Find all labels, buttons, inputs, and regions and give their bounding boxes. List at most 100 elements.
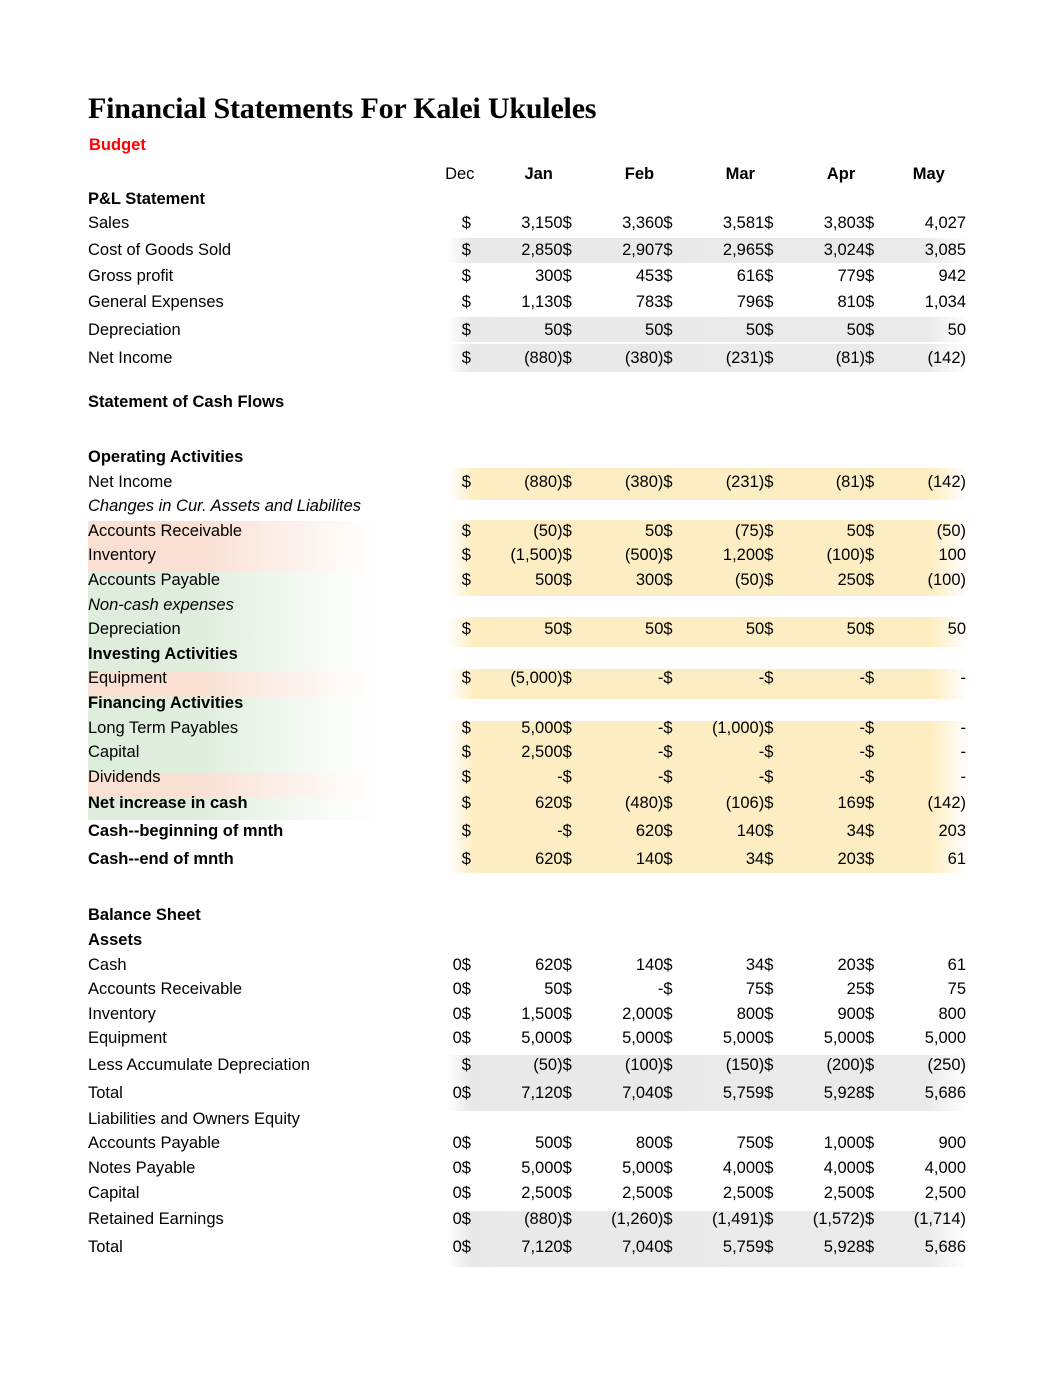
row-label-dividends: Dividends xyxy=(88,767,161,786)
value-cash-end-jan: 620 xyxy=(535,850,563,869)
value-cash-end-may: 61 xyxy=(947,850,966,869)
currency-bsinv-feb: $ xyxy=(562,1004,572,1023)
value-cf-capital-may: - xyxy=(960,743,967,762)
currency-cfinv-jan: $ xyxy=(461,546,471,565)
value-bs-inventory-apr: 900 xyxy=(837,1004,866,1023)
value-cf-ar-feb: 50 xyxy=(645,521,664,540)
currency-cfcap-mar: $ xyxy=(663,743,673,762)
currency-bseq-mar: $ xyxy=(663,1029,673,1048)
row-label-gross-profit: Gross profit xyxy=(88,266,174,285)
value-bs-ap-feb: 800 xyxy=(635,1134,664,1153)
currency-cogs-mar: $ xyxy=(663,240,673,259)
table-row: General Expenses $ 1,130 $ 783 $ 796 $ 8… xyxy=(88,288,966,316)
currency-cfni-mar: $ xyxy=(663,472,673,491)
value-bs-equipment-may: 5,000 xyxy=(924,1029,966,1048)
currency-ce-jan: $ xyxy=(461,850,471,869)
currency-ni-apr: $ xyxy=(764,349,774,368)
value-notes-payable-apr: 4,000 xyxy=(823,1159,866,1178)
value-cf-equipment-apr: - xyxy=(859,669,866,688)
value-retained-earnings-feb: (1,260) xyxy=(611,1209,664,1228)
value-cash-end-feb: 140 xyxy=(635,850,664,869)
table-row: Total 0 $ 7,120 $ 7,040 $ 5,759 $ 5,928 … xyxy=(88,1079,966,1107)
note-noncash-row: Non-cash expenses xyxy=(88,593,966,618)
value-cf-depreciation-apr: 50 xyxy=(846,620,866,639)
currency-re-mar: $ xyxy=(663,1209,673,1228)
currency-ltp-jan: $ xyxy=(461,718,471,737)
value-notes-payable-feb: 5,000 xyxy=(622,1159,664,1178)
currency-cfdep-apr: $ xyxy=(764,620,774,639)
row-label-bs-accounts-payable: Accounts Payable xyxy=(88,1134,221,1153)
currency-sales-may: $ xyxy=(865,214,875,233)
value-sales-may: 4,027 xyxy=(924,214,966,233)
value-bs-capital-jan: 2,500 xyxy=(521,1183,563,1202)
value-bs-ar-jan: 50 xyxy=(544,980,563,999)
value-gross-profit-mar: 616 xyxy=(736,266,765,285)
value-bs-lad-mar: (150) xyxy=(725,1055,765,1074)
currency-cb-feb: $ xyxy=(562,822,572,841)
value-dividends-jan: - xyxy=(557,767,563,786)
row-label-cf-accounts-payable: Accounts Payable xyxy=(88,570,221,589)
value-bs-equipment-mar: 5,000 xyxy=(722,1029,765,1048)
value-notes-payable-mar: 4,000 xyxy=(722,1159,765,1178)
currency-at-jan: $ xyxy=(461,1083,471,1102)
value-net-increase-mar: (106) xyxy=(725,794,765,813)
row-label-cash-end: Cash--end of mnth xyxy=(88,850,234,869)
value-pl-depreciation-mar: 50 xyxy=(745,321,765,340)
subheading-financing-activities: Financing Activities xyxy=(88,693,244,712)
section-heading-balance-sheet-row: Balance Sheet xyxy=(88,903,966,928)
row-label-bs-inventory: Inventory xyxy=(88,1004,156,1023)
currency-cfar-feb: $ xyxy=(562,521,572,540)
currency-ni-jan: $ xyxy=(461,349,471,368)
header-blank xyxy=(88,162,431,187)
currency-bsinv-mar: $ xyxy=(663,1004,673,1023)
row-label-cf-inventory: Inventory xyxy=(88,546,156,565)
value-long-term-payables-jan: 5,000 xyxy=(521,718,563,737)
currency-ge-jan: $ xyxy=(461,293,471,312)
row-label-cf-equipment: Equipment xyxy=(88,669,167,688)
currency-cfdep-mar: $ xyxy=(663,620,673,639)
value-retained-earnings-dec: 0 xyxy=(452,1209,462,1228)
row-label-liabilities-total: Total xyxy=(88,1237,123,1256)
currency-re-apr: $ xyxy=(764,1209,774,1228)
value-cf-ar-apr: 50 xyxy=(846,521,866,540)
value-cf-capital-mar: - xyxy=(758,743,765,762)
value-net-increase-apr: 169 xyxy=(837,794,866,813)
currency-nic-jan: $ xyxy=(461,794,471,813)
value-pl-depreciation-apr: 50 xyxy=(846,321,866,340)
value-liabilities-total-dec: 0 xyxy=(452,1237,462,1256)
value-bs-equipment-apr: 5,000 xyxy=(823,1029,866,1048)
currency-bscap-apr: $ xyxy=(764,1183,774,1202)
value-assets-total-jan: 7,120 xyxy=(521,1083,563,1102)
value-dividends-apr: - xyxy=(859,767,866,786)
value-bs-ar-dec: 0 xyxy=(452,980,462,999)
currency-cogs-may: $ xyxy=(865,240,875,259)
currency-div-jan: $ xyxy=(461,767,471,786)
table-row: Long Term Payables $ 5,000 $ - $ (1,000)… xyxy=(88,716,966,741)
currency-ce-apr: $ xyxy=(764,850,774,869)
value-retained-earnings-jan: (880) xyxy=(524,1209,563,1228)
currency-lad-jan: $ xyxy=(461,1055,471,1074)
subheading-operating-activities: Operating Activities xyxy=(88,448,244,467)
currency-bscap-may: $ xyxy=(865,1183,875,1202)
section-heading-cash-flows-row: Statement of Cash Flows xyxy=(88,390,966,415)
currency-bscash-may: $ xyxy=(865,955,875,974)
value-cf-net-income-jan: (880) xyxy=(524,472,563,491)
table-row: Depreciation $ 50 $ 50 $ 50 $ 50 $ 50 xyxy=(88,617,966,642)
currency-cfinv-feb: $ xyxy=(562,546,572,565)
table-row: Notes Payable 0 $ 5,000 $ 5,000 $ 4,000 … xyxy=(88,1156,966,1181)
currency-bscash-mar: $ xyxy=(663,955,673,974)
subheading-operating-row: Operating Activities xyxy=(88,445,966,470)
value-bs-lad-dec xyxy=(431,1051,462,1079)
value-gross-profit-apr: 779 xyxy=(837,266,866,285)
value-cf-capital-feb: - xyxy=(657,743,664,762)
table-row: Cash 0 $ 620 $ 140 $ 34 $ 203 $ 61 xyxy=(88,952,966,977)
currency-cfcap-apr: $ xyxy=(764,743,774,762)
currency-cfap-may: $ xyxy=(865,570,875,589)
note-changes-row: Changes in Cur. Assets and Liabilites xyxy=(88,494,966,519)
currency-cfeq-jan: $ xyxy=(461,669,471,688)
currency-cfeq-apr: $ xyxy=(764,669,774,688)
value-gross-profit-jan: 300 xyxy=(535,266,563,285)
currency-cfar-apr: $ xyxy=(764,521,774,540)
currency-cfinv-apr: $ xyxy=(764,546,774,565)
value-cf-equipment-may: - xyxy=(960,669,967,688)
